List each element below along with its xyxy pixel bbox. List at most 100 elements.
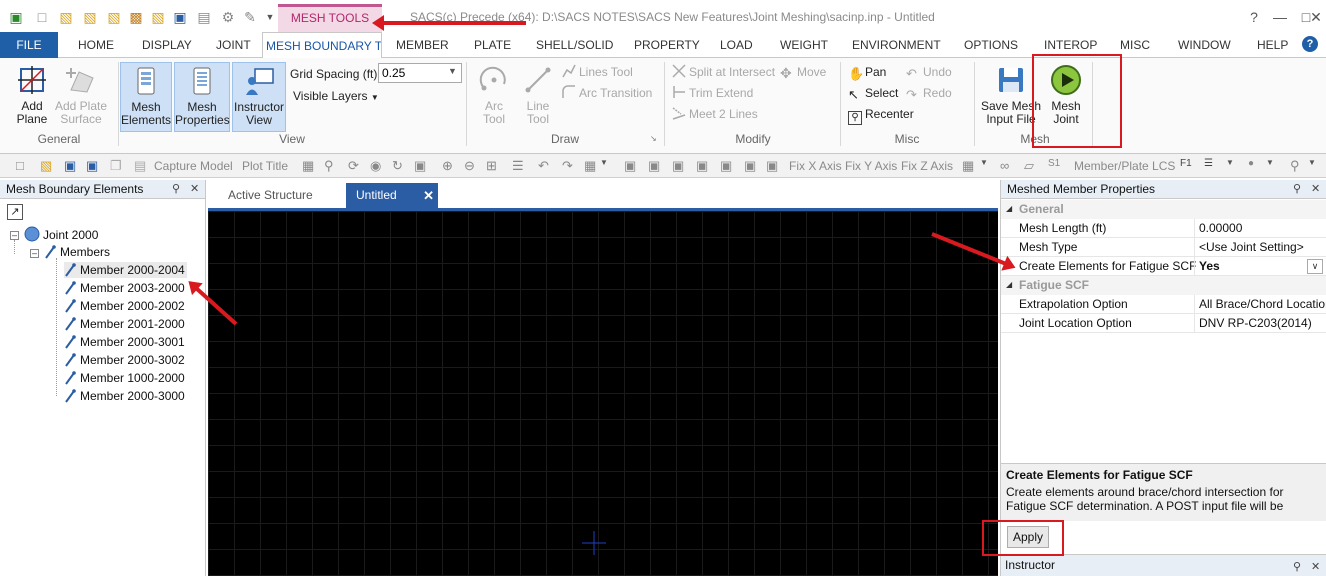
- tree-item-member[interactable]: Member 2000-2002: [64, 298, 185, 314]
- tree-collapse-icon[interactable]: –: [10, 231, 19, 240]
- property-category-fatigue-scf[interactable]: ◢ Fatigue SCF: [1001, 276, 1326, 295]
- tab-display[interactable]: DISPLAY: [142, 32, 192, 58]
- tab-plate[interactable]: PLATE: [474, 32, 511, 58]
- view-eye-icon[interactable]: ◉: [370, 158, 386, 174]
- tab-environment[interactable]: ENVIRONMENT: [852, 32, 941, 58]
- chevron-down-icon[interactable]: ▼: [600, 158, 616, 174]
- save-icon[interactable]: ▣: [172, 9, 188, 25]
- capture-model-button[interactable]: Capture Model: [154, 159, 233, 173]
- folder-icon[interactable]: ▧: [150, 9, 166, 25]
- display-options-icon[interactable]: ▦: [962, 158, 978, 174]
- open-folder-icon[interactable]: ▧: [58, 9, 74, 25]
- close-icon[interactable]: ✕: [190, 180, 199, 199]
- pin-icon[interactable]: ⚲: [172, 180, 180, 199]
- visible-layers-button[interactable]: Visible Layers ▼: [293, 88, 379, 106]
- redo-icon[interactable]: ↷: [562, 158, 578, 174]
- arc-tool-button[interactable]: Arc Tool: [474, 64, 514, 126]
- view-iso-icon[interactable]: ▣: [624, 158, 640, 174]
- tab-mesh-boundary-tools[interactable]: MESH BOUNDARY TOOLS: [262, 32, 382, 59]
- split-at-intersect-button[interactable]: Split at Intersect: [672, 64, 775, 80]
- minimize-icon[interactable]: —: [1270, 8, 1290, 26]
- tree-node-joint[interactable]: Joint 2000: [24, 226, 98, 243]
- tab-help[interactable]: HELP: [1257, 32, 1288, 58]
- rotate-icon[interactable]: ⟳: [348, 158, 364, 174]
- tab-member[interactable]: MEMBER: [396, 32, 449, 58]
- tab-window[interactable]: WINDOW: [1178, 32, 1231, 58]
- member-plate-lcs-button[interactable]: Member/Plate LCS: [1074, 159, 1175, 173]
- tab-shell-solid[interactable]: SHELL/SOLID: [536, 32, 613, 58]
- undo-button[interactable]: ↶ Undo: [906, 64, 952, 81]
- tree-collapse-icon[interactable]: –: [30, 249, 39, 258]
- view-back-icon[interactable]: ▣: [672, 158, 688, 174]
- tab-options[interactable]: OPTIONS: [964, 32, 1018, 58]
- add-plane-button[interactable]: Add Plane: [10, 64, 54, 126]
- tab-weight[interactable]: WEIGHT: [780, 32, 828, 58]
- help-icon[interactable]: ?: [1302, 36, 1318, 52]
- model-viewport[interactable]: [208, 208, 998, 576]
- pin-icon[interactable]: ⚲: [1293, 180, 1301, 199]
- property-category-general[interactable]: ◢ General: [1001, 200, 1326, 219]
- trim-extend-button[interactable]: Trim Extend: [672, 85, 753, 101]
- move-button[interactable]: ✥ Move: [780, 64, 826, 80]
- zoom-extents-icon[interactable]: ▦: [302, 158, 318, 174]
- instructor-view-button[interactable]: Instructor View: [232, 62, 286, 132]
- property-row-extrapolation[interactable]: Extrapolation Option All Brace/Chord Loc…: [1001, 295, 1326, 314]
- f1-icon[interactable]: F1: [1180, 158, 1196, 174]
- view-front-icon[interactable]: ▣: [648, 158, 664, 174]
- tree-item-member[interactable]: Member 2000-3001: [64, 334, 185, 350]
- chevron-down-icon[interactable]: ▼: [1226, 158, 1242, 174]
- property-row-fatigue-elements[interactable]: Create Elements for Fatigue SCF Yes ∨: [1001, 257, 1326, 276]
- pin-icon[interactable]: ⚲: [1293, 557, 1301, 576]
- chevron-down-icon[interactable]: ▼: [1266, 158, 1282, 174]
- close-icon[interactable]: ✕: [423, 183, 434, 208]
- chevron-down-icon[interactable]: ∨: [1307, 259, 1323, 274]
- grid-options-icon[interactable]: ▦: [584, 158, 600, 174]
- property-row-mesh-type[interactable]: Mesh Type <Use Joint Setting>: [1001, 238, 1326, 257]
- camera-icon[interactable]: ▣: [414, 158, 430, 174]
- help-question-icon[interactable]: ?: [1244, 8, 1264, 26]
- view-bottom-icon[interactable]: ▣: [766, 158, 782, 174]
- tab-home[interactable]: HOME: [78, 32, 114, 58]
- mesh-tools-context-tab[interactable]: MESH TOOLS: [278, 4, 382, 32]
- save-as-icon[interactable]: ▣: [86, 158, 102, 174]
- select-button[interactable]: ↖ Select: [848, 85, 898, 102]
- customize-dropdown-icon[interactable]: ▼: [262, 9, 278, 25]
- chevron-down-icon[interactable]: ▼: [1308, 158, 1324, 174]
- open-folder-icon[interactable]: ▧: [40, 158, 56, 174]
- zoom-box-icon[interactable]: ⊞: [486, 158, 502, 174]
- close-icon[interactable]: ✕: [1306, 8, 1326, 26]
- line-tool-button[interactable]: Line Tool: [518, 64, 558, 126]
- property-row-joint-location[interactable]: Joint Location Option DNV RP-C203(2014): [1001, 314, 1326, 333]
- mesh-properties-button[interactable]: Mesh Properties: [174, 62, 230, 132]
- print-icon[interactable]: ▤: [196, 9, 212, 25]
- tab-active-structure[interactable]: Active Structure: [218, 183, 344, 208]
- search-icon[interactable]: ⚲: [1290, 158, 1306, 174]
- tree-item-member[interactable]: Member 2000-2004: [64, 262, 187, 278]
- undo-icon[interactable]: ↶: [538, 158, 554, 174]
- property-row-mesh-length[interactable]: Mesh Length (ft) 0.00000: [1001, 219, 1326, 238]
- lines-tool-button[interactable]: Lines Tool: [562, 64, 633, 80]
- scale-icon[interactable]: ☰: [1204, 158, 1220, 174]
- open-recent-icon[interactable]: ▧: [82, 9, 98, 25]
- list-icon[interactable]: ☰: [512, 158, 528, 174]
- gear-icon[interactable]: ⚙: [220, 9, 236, 25]
- fix-y-axis-button[interactable]: Fix Y Axis: [845, 159, 897, 173]
- tree-item-member[interactable]: Member 2003-2000: [64, 280, 185, 296]
- arc-transition-button[interactable]: Arc Transition: [562, 85, 652, 101]
- zoom-in-icon[interactable]: ⊕: [442, 158, 458, 174]
- expand-all-icon[interactable]: ↗: [7, 204, 23, 220]
- zoom-out-icon[interactable]: ⊖: [464, 158, 480, 174]
- fix-z-axis-button[interactable]: Fix Z Axis: [901, 159, 953, 173]
- tree-node-members[interactable]: Members: [44, 244, 110, 260]
- view-top-icon[interactable]: ▣: [744, 158, 760, 174]
- member-icon[interactable]: ∞: [1000, 158, 1016, 174]
- tree-item-member[interactable]: Member 2000-3002: [64, 352, 185, 368]
- tab-property[interactable]: PROPERTY: [634, 32, 700, 58]
- meet-2-lines-button[interactable]: Meet 2 Lines: [672, 106, 758, 122]
- plot-title-button[interactable]: Plot Title: [242, 159, 288, 173]
- view-left-icon[interactable]: ▣: [696, 158, 712, 174]
- add-plate-surface-button[interactable]: Add Plate Surface: [54, 64, 108, 126]
- tab-joint[interactable]: JOINT: [216, 32, 251, 58]
- plate-icon[interactable]: ▱: [1024, 158, 1040, 174]
- edit-icon[interactable]: ✎: [242, 9, 258, 25]
